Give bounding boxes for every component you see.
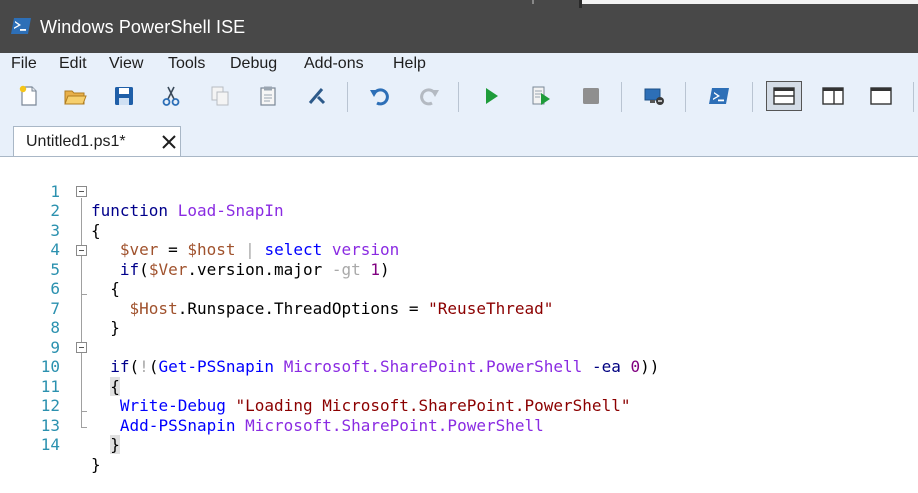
toolbar-separator [913, 82, 914, 112]
layout-right-icon[interactable] [815, 81, 851, 111]
line-number: 14 [40, 435, 60, 454]
toolbar-separator [621, 82, 622, 112]
powershell-console-icon[interactable] [706, 83, 732, 109]
code-line: 7 } [0, 279, 918, 338]
tab-label: Untitled1.ps1* [26, 133, 126, 150]
cut-icon[interactable] [158, 83, 184, 109]
layout-top-icon[interactable] [766, 81, 802, 111]
clear-console-icon[interactable] [304, 83, 330, 109]
run-selection-icon[interactable] [528, 83, 554, 109]
window-edge [532, 0, 534, 4]
code-line: 4 if($Ver.version.major -gt 1) [0, 221, 918, 279]
code-line: 2 { [0, 182, 918, 240]
redo-icon[interactable] [416, 83, 442, 109]
window-title: Windows PowerShell ISE [40, 17, 246, 37]
stop-icon[interactable] [578, 83, 604, 109]
toolbar-separator [458, 82, 459, 112]
code-line: 13 } [0, 396, 918, 454]
tab-strip: Untitled1.ps1* [0, 117, 918, 158]
code-line: 1 function Load-SnapIn [0, 162, 918, 221]
code-line: 12 Add-PSSnapin Microsoft.SharePoint.Pow… [0, 377, 918, 435]
code-line: 9 if(!(Get-PSSnapin Microsoft.SharePoint… [0, 318, 918, 377]
code-text: } [91, 454, 101, 474]
menu-view[interactable]: View [109, 55, 143, 73]
toolbar-separator [752, 82, 753, 112]
menu-help[interactable]: Help [393, 55, 426, 73]
copy-icon[interactable] [207, 83, 233, 109]
code-text: } [110, 435, 120, 454]
menu-file[interactable]: File [11, 55, 37, 73]
toolbar-separator [347, 82, 348, 112]
code-line: 10 { [0, 338, 918, 396]
code-line: 8 [0, 299, 918, 337]
background-window-strip [582, 0, 918, 4]
menu-edit[interactable]: Edit [59, 55, 87, 73]
layout-max-icon[interactable] [863, 81, 899, 111]
menu-addons[interactable]: Add-ons [304, 55, 364, 73]
title-bar: Windows PowerShell ISE [0, 0, 918, 53]
close-icon[interactable] [161, 134, 177, 150]
powershell-icon [10, 16, 32, 36]
code-line: 5 { [0, 240, 918, 299]
menu-bar: File Edit View Tools Debug Add-ons Help [0, 53, 918, 77]
code-line: 11 Write-Debug "Loading Microsoft.ShareP… [0, 357, 918, 416]
code-line: 14 } [0, 416, 918, 474]
remote-session-icon[interactable] [641, 83, 667, 109]
script-editor[interactable]: 1 function Load-SnapIn 2 { 3 $ver = $hos… [0, 157, 918, 493]
toolbar [0, 77, 918, 117]
tab-untitled1[interactable]: Untitled1.ps1* [13, 126, 181, 158]
run-icon[interactable] [478, 83, 504, 109]
code-line: 6 $Host.Runspace.ThreadOptions = "ReuseT… [0, 260, 918, 318]
toolbar-separator [685, 82, 686, 112]
new-icon[interactable] [16, 83, 42, 109]
code-line: 3 $ver = $host | select version [0, 201, 918, 260]
menu-tools[interactable]: Tools [168, 55, 205, 73]
open-icon[interactable] [62, 83, 88, 109]
undo-icon[interactable] [367, 83, 393, 109]
paste-icon[interactable] [255, 83, 281, 109]
menu-debug[interactable]: Debug [230, 55, 277, 73]
save-icon[interactable] [111, 83, 137, 109]
